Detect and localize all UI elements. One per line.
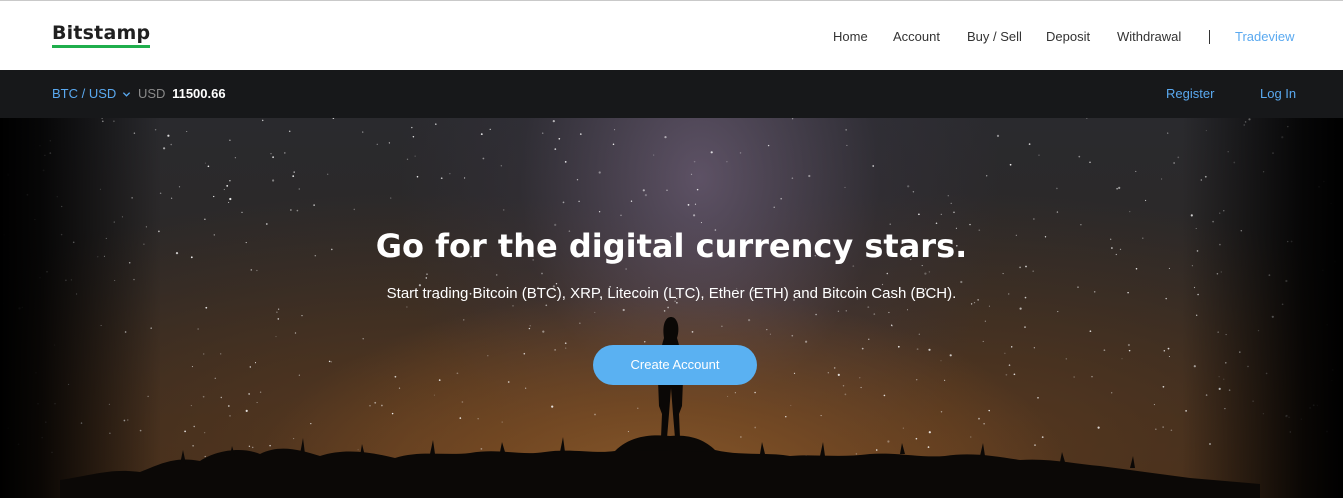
hero-title: Go for the digital currency stars. — [375, 227, 968, 265]
nav-buy-sell[interactable]: Buy / Sell — [967, 28, 1022, 46]
price-currency: USD — [138, 86, 166, 101]
nav-home[interactable]: Home — [833, 28, 868, 46]
login-link[interactable]: Log In — [1260, 86, 1296, 102]
last-price: USD 11500.66 — [138, 86, 226, 102]
nav-withdrawal[interactable]: Withdrawal — [1117, 28, 1181, 46]
price-value: 11500.66 — [172, 86, 226, 101]
nav-deposit[interactable]: Deposit — [1046, 28, 1090, 46]
top-header: Bitstamp Home Account Buy / Sell Deposit… — [0, 0, 1343, 70]
currency-pair-label: BTC / USD — [52, 86, 117, 101]
nav-account[interactable]: Account — [893, 28, 940, 46]
currency-pair-selector[interactable]: BTC / USD — [52, 86, 131, 102]
hero-silhouette-image — [60, 317, 1260, 498]
create-account-button[interactable]: Create Account — [593, 345, 757, 385]
hero-banner: Go for the digital currency stars. Start… — [0, 118, 1343, 498]
nav-divider — [1209, 30, 1210, 44]
hero-subtitle: Start trading Bitcoin (BTC), XRP, Liteco… — [386, 285, 957, 302]
nav-tradeview[interactable]: Tradeview — [1235, 28, 1294, 46]
register-link[interactable]: Register — [1166, 86, 1214, 102]
ticker-bar: BTC / USD USD 11500.66 Register Log In — [0, 70, 1343, 118]
main-navigation: Home Account Buy / Sell Deposit Withdraw… — [0, 28, 1343, 48]
chevron-down-icon — [122, 92, 131, 97]
